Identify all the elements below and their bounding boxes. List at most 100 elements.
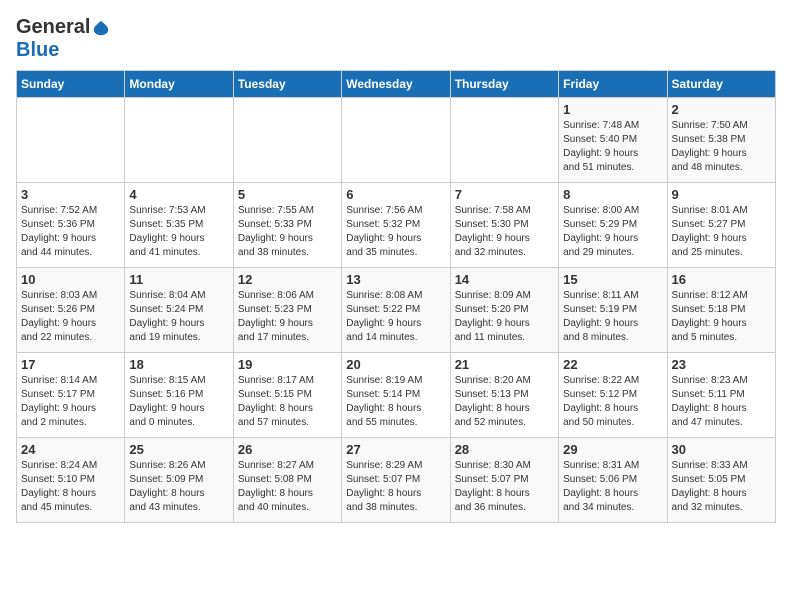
- day-number: 26: [238, 442, 337, 457]
- day-info: Sunrise: 8:30 AM Sunset: 5:07 PM Dayligh…: [455, 459, 554, 515]
- day-number: 4: [129, 187, 228, 202]
- day-number: 5: [238, 187, 337, 202]
- logo-general-text: General: [16, 16, 90, 39]
- day-info: Sunrise: 8:01 AM Sunset: 5:27 PM Dayligh…: [672, 204, 771, 260]
- calendar-cell: 9 Sunrise: 8:01 AM Sunset: 5:27 PM Daylig…: [667, 183, 775, 268]
- day-info: Sunrise: 8:06 AM Sunset: 5:23 PM Dayligh…: [238, 289, 337, 345]
- calendar-cell: 2 Sunrise: 7:50 AM Sunset: 5:38 PM Daylig…: [667, 98, 775, 183]
- day-number: 7: [455, 187, 554, 202]
- day-number: 9: [672, 187, 771, 202]
- weekday-header: Friday: [559, 71, 667, 98]
- day-info: Sunrise: 8:20 AM Sunset: 5:13 PM Dayligh…: [455, 374, 554, 430]
- day-info: Sunrise: 7:50 AM Sunset: 5:38 PM Dayligh…: [672, 119, 771, 175]
- day-info: Sunrise: 8:26 AM Sunset: 5:09 PM Dayligh…: [129, 459, 228, 515]
- day-number: 11: [129, 272, 228, 287]
- calendar-cell: 28 Sunrise: 8:30 AM Sunset: 5:07 PM Dayli…: [450, 438, 558, 523]
- day-number: 8: [563, 187, 662, 202]
- day-info: Sunrise: 8:29 AM Sunset: 5:07 PM Dayligh…: [346, 459, 445, 515]
- day-number: 29: [563, 442, 662, 457]
- calendar-cell: 5Sunrise: 7:55 AM Sunset: 5:33 PM Daylig…: [233, 183, 341, 268]
- calendar-cell: 16 Sunrise: 8:12 AM Sunset: 5:18 PM Dayli…: [667, 268, 775, 353]
- calendar-cell: 27 Sunrise: 8:29 AM Sunset: 5:07 PM Dayli…: [342, 438, 450, 523]
- calendar-header: SundayMondayTuesdayWednesdayThursdayFrid…: [17, 71, 776, 98]
- day-number: 28: [455, 442, 554, 457]
- day-info: Sunrise: 8:24 AM Sunset: 5:10 PM Dayligh…: [21, 459, 120, 515]
- logo-blue-text: Blue: [16, 39, 59, 61]
- day-number: 19: [238, 357, 337, 372]
- day-number: 17: [21, 357, 120, 372]
- day-info: Sunrise: 8:00 AM Sunset: 5:29 PM Dayligh…: [563, 204, 662, 260]
- calendar-cell: [233, 98, 341, 183]
- calendar-cell: 29Sunrise: 8:31 AM Sunset: 5:06 PM Dayli…: [559, 438, 667, 523]
- day-info: Sunrise: 7:58 AM Sunset: 5:30 PM Dayligh…: [455, 204, 554, 260]
- day-number: 1: [563, 102, 662, 117]
- calendar-cell: 30 Sunrise: 8:33 AM Sunset: 5:05 PM Dayli…: [667, 438, 775, 523]
- calendar-cell: 6Sunrise: 7:56 AM Sunset: 5:32 PM Daylig…: [342, 183, 450, 268]
- calendar-cell: 18 Sunrise: 8:15 AM Sunset: 5:16 PM Dayli…: [125, 353, 233, 438]
- day-info: Sunrise: 7:53 AM Sunset: 5:35 PM Dayligh…: [129, 204, 228, 260]
- calendar-cell: 22 Sunrise: 8:22 AM Sunset: 5:12 PM Dayli…: [559, 353, 667, 438]
- calendar-cell: 23 Sunrise: 8:23 AM Sunset: 5:11 PM Dayli…: [667, 353, 775, 438]
- calendar-cell: 19 Sunrise: 8:17 AM Sunset: 5:15 PM Dayli…: [233, 353, 341, 438]
- calendar-cell: 11Sunrise: 8:04 AM Sunset: 5:24 PM Dayli…: [125, 268, 233, 353]
- day-info: Sunrise: 8:23 AM Sunset: 5:11 PM Dayligh…: [672, 374, 771, 430]
- calendar-cell: 21 Sunrise: 8:20 AM Sunset: 5:13 PM Dayli…: [450, 353, 558, 438]
- day-number: 27: [346, 442, 445, 457]
- day-number: 14: [455, 272, 554, 287]
- calendar-cell: 26 Sunrise: 8:27 AM Sunset: 5:08 PM Dayli…: [233, 438, 341, 523]
- day-number: 16: [672, 272, 771, 287]
- calendar-cell: [17, 98, 125, 183]
- calendar-cell: [125, 98, 233, 183]
- calendar-cell: 7 Sunrise: 7:58 AM Sunset: 5:30 PM Daylig…: [450, 183, 558, 268]
- calendar-cell: 8 Sunrise: 8:00 AM Sunset: 5:29 PM Daylig…: [559, 183, 667, 268]
- day-number: 23: [672, 357, 771, 372]
- day-info: Sunrise: 8:27 AM Sunset: 5:08 PM Dayligh…: [238, 459, 337, 515]
- page-header: General Blue: [16, 16, 776, 62]
- weekday-header: Saturday: [667, 71, 775, 98]
- day-number: 15: [563, 272, 662, 287]
- calendar-cell: 10 Sunrise: 8:03 AM Sunset: 5:26 PM Dayli…: [17, 268, 125, 353]
- calendar-cell: 15 Sunrise: 8:11 AM Sunset: 5:19 PM Dayli…: [559, 268, 667, 353]
- weekday-header: Sunday: [17, 71, 125, 98]
- day-info: Sunrise: 8:12 AM Sunset: 5:18 PM Dayligh…: [672, 289, 771, 345]
- day-info: Sunrise: 8:11 AM Sunset: 5:19 PM Dayligh…: [563, 289, 662, 345]
- logo: General Blue: [16, 16, 110, 62]
- calendar-cell: 20Sunrise: 8:19 AM Sunset: 5:14 PM Dayli…: [342, 353, 450, 438]
- day-info: Sunrise: 8:33 AM Sunset: 5:05 PM Dayligh…: [672, 459, 771, 515]
- day-number: 24: [21, 442, 120, 457]
- day-info: Sunrise: 8:22 AM Sunset: 5:12 PM Dayligh…: [563, 374, 662, 430]
- calendar-cell: 13Sunrise: 8:08 AM Sunset: 5:22 PM Dayli…: [342, 268, 450, 353]
- weekday-header: Monday: [125, 71, 233, 98]
- day-info: Sunrise: 8:09 AM Sunset: 5:20 PM Dayligh…: [455, 289, 554, 345]
- day-info: Sunrise: 7:52 AM Sunset: 5:36 PM Dayligh…: [21, 204, 120, 260]
- calendar-cell: 4 Sunrise: 7:53 AM Sunset: 5:35 PM Daylig…: [125, 183, 233, 268]
- calendar-cell: [450, 98, 558, 183]
- day-number: 20: [346, 357, 445, 372]
- calendar-cell: 17 Sunrise: 8:14 AM Sunset: 5:17 PM Dayli…: [17, 353, 125, 438]
- day-number: 25: [129, 442, 228, 457]
- day-number: 2: [672, 102, 771, 117]
- calendar-cell: 14 Sunrise: 8:09 AM Sunset: 5:20 PM Dayli…: [450, 268, 558, 353]
- day-info: Sunrise: 8:14 AM Sunset: 5:17 PM Dayligh…: [21, 374, 120, 430]
- calendar-cell: 24 Sunrise: 8:24 AM Sunset: 5:10 PM Dayli…: [17, 438, 125, 523]
- day-info: Sunrise: 8:03 AM Sunset: 5:26 PM Dayligh…: [21, 289, 120, 345]
- day-number: 30: [672, 442, 771, 457]
- weekday-header: Tuesday: [233, 71, 341, 98]
- day-number: 13: [346, 272, 445, 287]
- day-number: 3: [21, 187, 120, 202]
- logo-text: General: [16, 16, 110, 39]
- day-number: 21: [455, 357, 554, 372]
- calendar-cell: 3 Sunrise: 7:52 AM Sunset: 5:36 PM Daylig…: [17, 183, 125, 268]
- calendar-table: SundayMondayTuesdayWednesdayThursdayFrid…: [16, 70, 776, 523]
- calendar-cell: [342, 98, 450, 183]
- calendar-cell: 1Sunrise: 7:48 AM Sunset: 5:40 PM Daylig…: [559, 98, 667, 183]
- weekday-header: Thursday: [450, 71, 558, 98]
- day-info: Sunrise: 8:17 AM Sunset: 5:15 PM Dayligh…: [238, 374, 337, 430]
- day-number: 18: [129, 357, 228, 372]
- calendar-cell: 12Sunrise: 8:06 AM Sunset: 5:23 PM Dayli…: [233, 268, 341, 353]
- day-info: Sunrise: 8:15 AM Sunset: 5:16 PM Dayligh…: [129, 374, 228, 430]
- day-number: 6: [346, 187, 445, 202]
- weekday-header: Wednesday: [342, 71, 450, 98]
- day-number: 10: [21, 272, 120, 287]
- day-number: 22: [563, 357, 662, 372]
